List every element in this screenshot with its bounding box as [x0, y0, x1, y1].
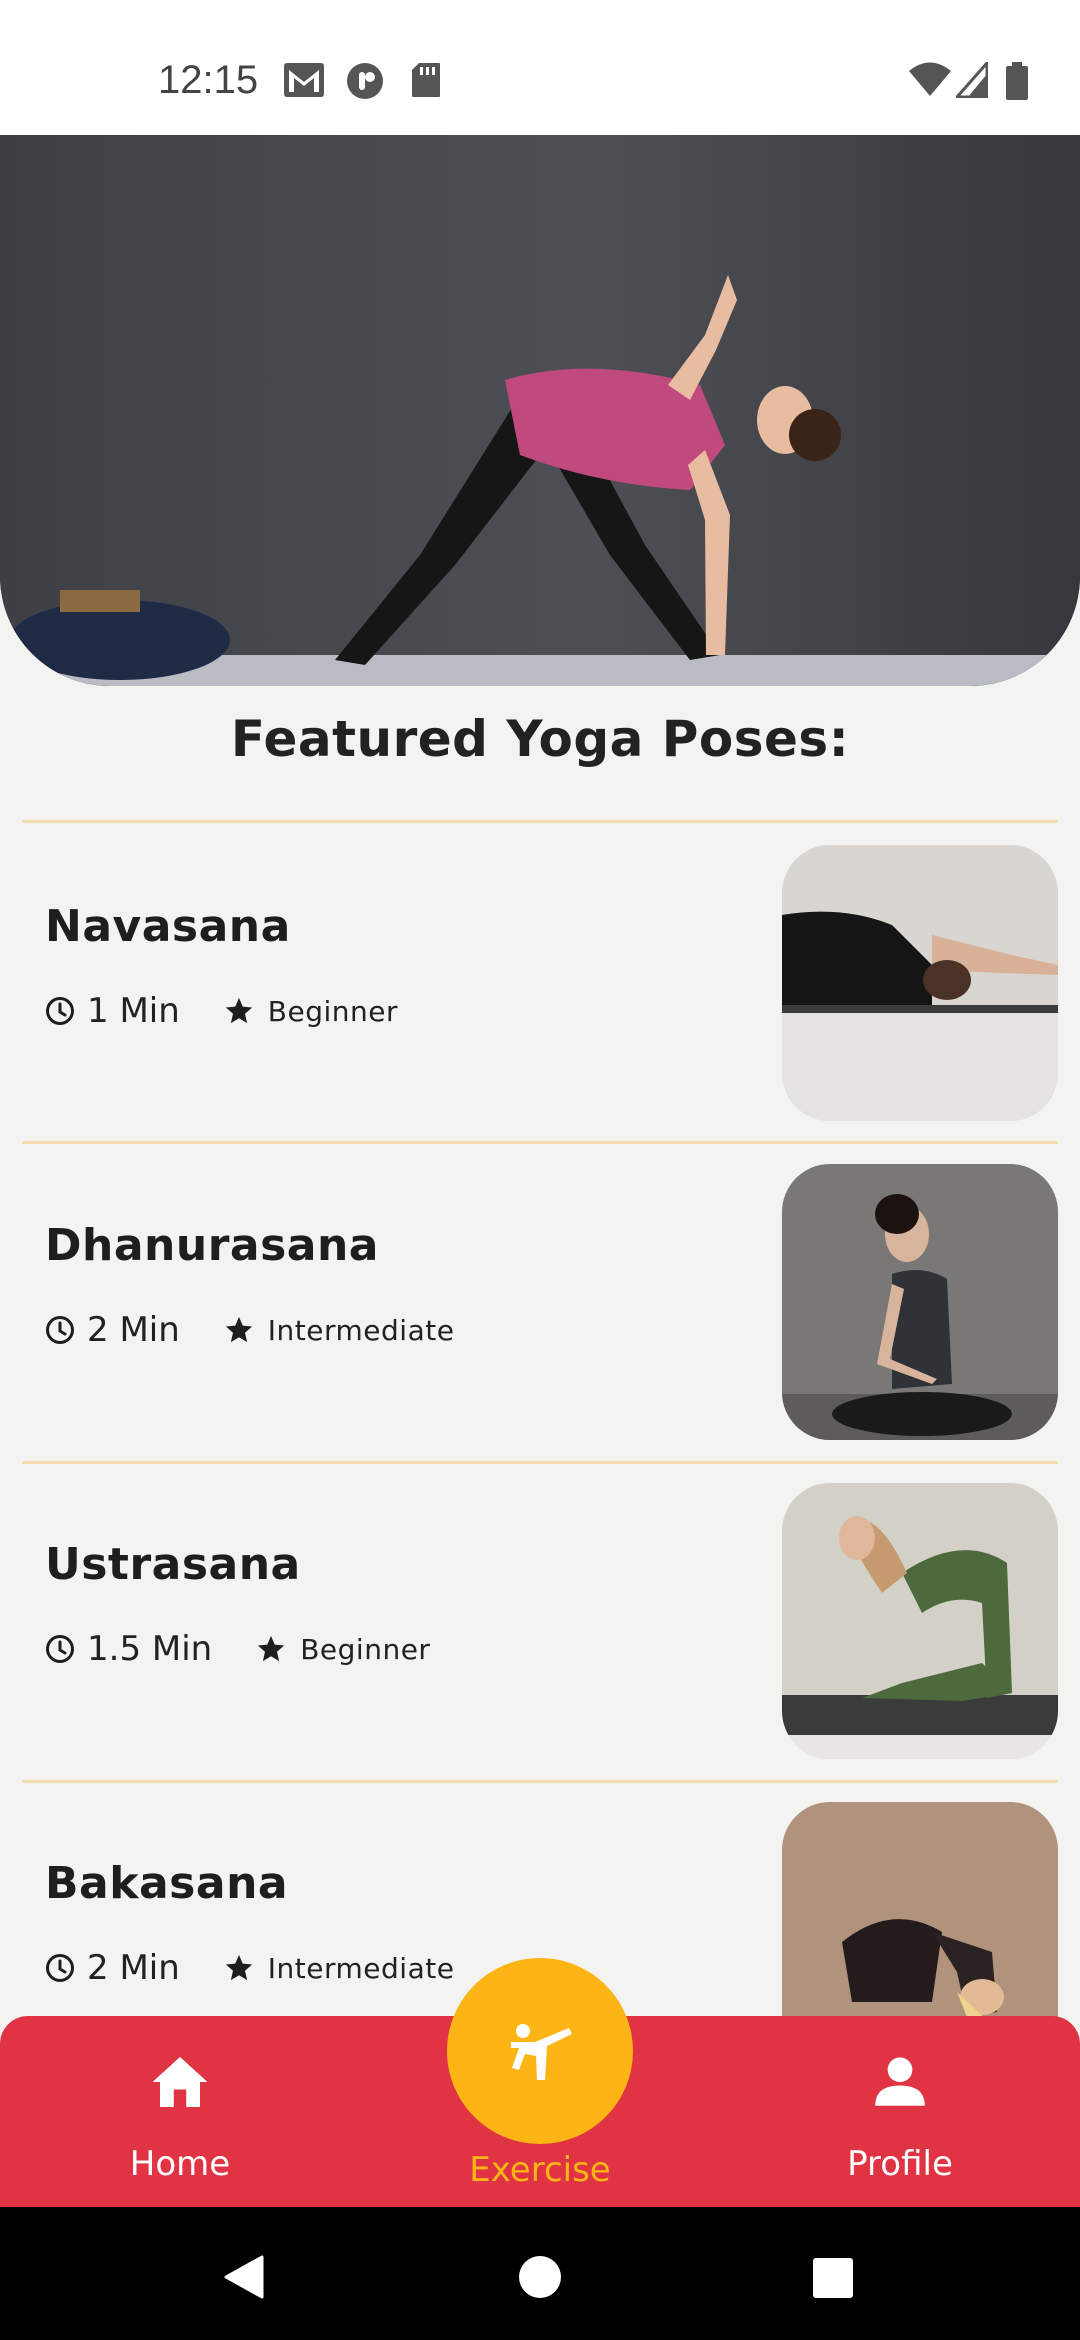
- hero-image: [0, 135, 1080, 686]
- gmail-icon: [284, 63, 324, 97]
- pose-level: Beginner: [267, 994, 398, 1028]
- pose-name: Ustrasana: [45, 1539, 301, 1590]
- pose-name: Navasana: [45, 901, 291, 952]
- battery-icon: [1006, 62, 1028, 100]
- child-pose-photo: [782, 845, 1058, 1121]
- pose-name: Bakasana: [45, 1858, 289, 1909]
- status-time: 12:15: [158, 58, 259, 102]
- nav-exercise-label[interactable]: Exercise: [390, 2150, 690, 2190]
- clock-icon: [46, 1316, 74, 1344]
- home-circle-icon[interactable]: [518, 2255, 562, 2299]
- home-icon: [152, 2057, 208, 2107]
- clock-icon: [46, 1635, 74, 1663]
- pose-duration: 1 Min: [87, 991, 180, 1031]
- seated-meditation-photo: [782, 1164, 1058, 1440]
- nav-home[interactable]: Home: [55, 2016, 305, 2207]
- nav-profile[interactable]: Profile: [775, 2016, 1025, 2207]
- back-icon[interactable]: [222, 2255, 264, 2299]
- sd-card-icon: [412, 63, 440, 97]
- star-icon: [225, 997, 252, 1024]
- system-nav-bar: [0, 2207, 1080, 2340]
- exercise-icon: [511, 2024, 572, 2080]
- star-icon: [258, 1635, 285, 1662]
- pose-name: Dhanurasana: [45, 1220, 379, 1271]
- pose-thumbnail: [782, 845, 1058, 1121]
- star-icon: [225, 1316, 252, 1343]
- yoga-triangle-pose-illustration: [0, 135, 1080, 686]
- profile-icon: [875, 2057, 925, 2106]
- pose-meta: 2 Min Intermediate: [45, 1310, 454, 1350]
- app-icon: [347, 63, 383, 99]
- pose-meta: 2 Min Intermediate: [45, 1948, 454, 1988]
- pose-level: Intermediate: [267, 1313, 455, 1347]
- pose-duration: 1.5 Min: [87, 1629, 213, 1669]
- section-title: Featured Yoga Poses:: [230, 710, 850, 768]
- camel-pose-photo: [782, 1483, 1058, 1759]
- pose-duration: 2 Min: [87, 1310, 180, 1350]
- signal-icon: [956, 62, 988, 98]
- pose-meta: 1.5 Min Beginner: [45, 1629, 430, 1669]
- recents-icon[interactable]: [812, 2257, 854, 2299]
- pose-duration: 2 Min: [87, 1948, 180, 1988]
- clock-icon: [46, 997, 74, 1025]
- pose-thumbnail: [782, 1164, 1058, 1440]
- pose-thumbnail: [782, 1483, 1058, 1759]
- clock-icon: [46, 1954, 74, 1982]
- pose-level: Intermediate: [267, 1951, 455, 1985]
- star-icon: [225, 1954, 252, 1981]
- pose-card-navasana[interactable]: Navasana 1 Min Beginner: [22, 823, 1058, 1141]
- status-bar: 12:15: [0, 0, 1080, 135]
- wifi-icon: [909, 62, 951, 96]
- pose-card-ustrasana[interactable]: Ustrasana 1.5 Min Beginner: [22, 1461, 1058, 1779]
- nav-profile-label: Profile: [847, 2144, 953, 2184]
- exercise-fab-button[interactable]: [447, 1958, 633, 2144]
- pose-meta: 1 Min Beginner: [45, 991, 398, 1031]
- pose-level: Beginner: [300, 1632, 431, 1666]
- pose-card-dhanurasana[interactable]: Dhanurasana 2 Min Intermediate: [22, 1142, 1058, 1460]
- nav-home-label: Home: [129, 2144, 231, 2184]
